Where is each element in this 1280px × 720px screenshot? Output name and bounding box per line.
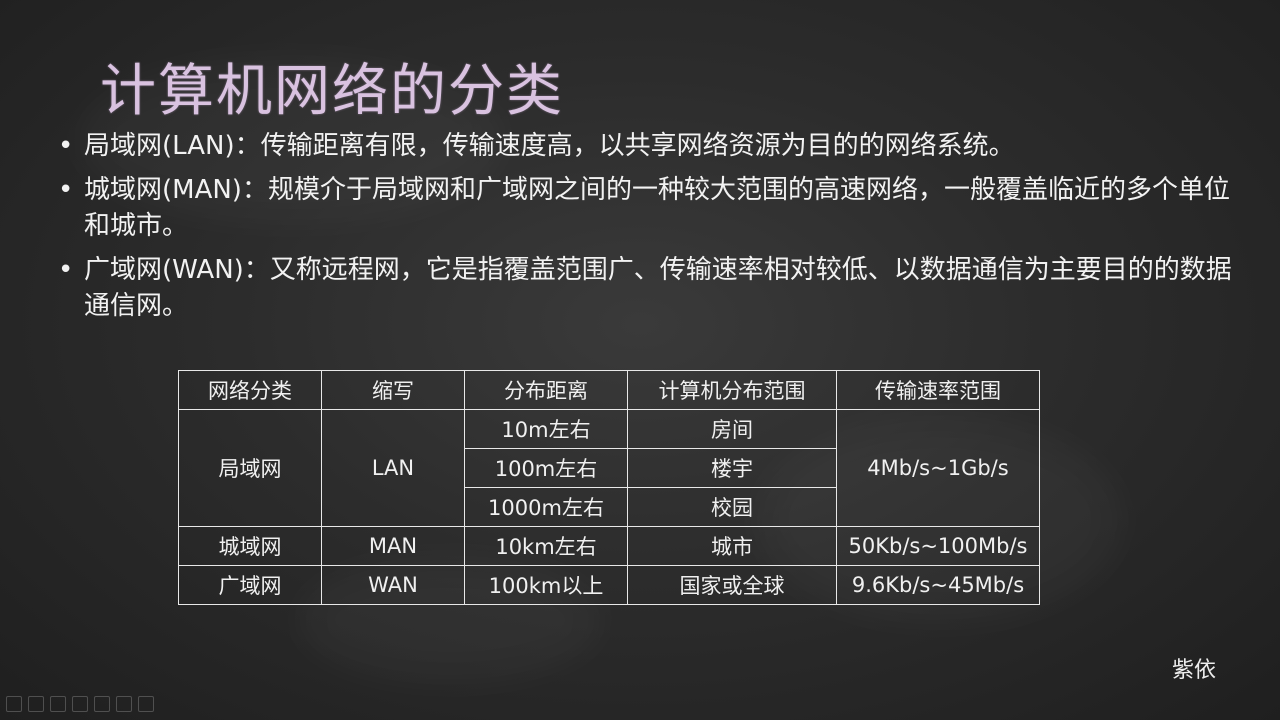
cell-abbr: WAN <box>321 565 465 605</box>
header-distance: 分布距离 <box>464 370 628 410</box>
highlighter-icon[interactable] <box>72 696 88 712</box>
bullet-text: 局域网(LAN)：传输距离有限，传输速度高，以共享网络资源为目的的网络系统。 <box>84 131 1015 161</box>
pen-icon[interactable] <box>6 696 22 712</box>
cell-range: 房间 <box>627 409 837 449</box>
table-row: 城域网 MAN 10km左右 城市 50Kb/s~100Mb/s <box>178 526 1040 566</box>
header-category: 网络分类 <box>178 370 322 410</box>
cell-abbr: MAN <box>321 526 465 566</box>
table-header-row: 网络分类 缩写 分布距离 计算机分布范围 传输速率范围 <box>178 370 1040 410</box>
cell-range: 校园 <box>627 487 837 527</box>
cell-distance: 1000m左右 <box>464 487 628 527</box>
eraser-icon[interactable] <box>50 696 66 712</box>
cell-rate: 9.6Kb/s~45Mb/s <box>836 565 1040 605</box>
bullet-text: 城域网(MAN)：规模介于局域网和广域网之间的一种较大范围的高速网络，一般覆盖临… <box>84 175 1230 241</box>
bullet-lan: • 局域网(LAN)：传输距离有限，传输速度高，以共享网络资源为目的的网络系统。 <box>58 128 1238 164</box>
cell-distance: 100km以上 <box>464 565 628 605</box>
bullet-dot: • <box>58 255 74 285</box>
table-row: 广域网 WAN 100km以上 国家或全球 9.6Kb/s~45Mb/s <box>178 565 1040 605</box>
camera-icon[interactable] <box>116 696 132 712</box>
bullet-dot: • <box>58 131 74 161</box>
slides-icon[interactable] <box>28 696 44 712</box>
cell-category: 广域网 <box>178 565 322 605</box>
cell-rate: 50Kb/s~100Mb/s <box>836 526 1040 566</box>
table-row: 局域网 LAN 10m左右 房间 4Mb/s~1Gb/s <box>178 409 1040 527</box>
header-range: 计算机分布范围 <box>627 370 837 410</box>
header-rate: 传输速率范围 <box>836 370 1040 410</box>
author-signature: 紫依 <box>1171 658 1216 683</box>
bullet-man: • 城域网(MAN)：规模介于局域网和广域网之间的一种较大范围的高速网络，一般覆… <box>58 172 1238 244</box>
cell-range: 楼宇 <box>627 448 837 488</box>
header-abbr: 缩写 <box>321 370 465 410</box>
cell-rate: 4Mb/s~1Gb/s <box>836 409 1040 527</box>
cell-category: 城域网 <box>178 526 322 566</box>
cell-range: 国家或全球 <box>627 565 837 605</box>
cell-distance: 100m左右 <box>464 448 628 488</box>
cell-distance: 10m左右 <box>464 409 628 449</box>
bullet-list: • 局域网(LAN)：传输距离有限，传输速度高，以共享网络资源为目的的网络系统。… <box>58 128 1238 332</box>
cell-category: 局域网 <box>178 409 322 527</box>
bullet-dot: • <box>58 175 74 205</box>
menu-icon[interactable] <box>138 696 154 712</box>
slide-title: 计算机网络的分类 <box>100 59 564 124</box>
presentation-toolbar <box>6 696 154 712</box>
cell-abbr: LAN <box>321 409 465 527</box>
cell-distance: 10km左右 <box>464 526 628 566</box>
network-classification-table: 网络分类 缩写 分布距离 计算机分布范围 传输速率范围 局域网 LAN 10m左… <box>178 370 1040 605</box>
bullet-text: 广域网(WAN)：又称远程网，它是指覆盖范围广、传输速率相对较低、以数据通信为主… <box>84 255 1232 321</box>
pointer-icon[interactable] <box>94 696 110 712</box>
bullet-wan: • 广域网(WAN)：又称远程网，它是指覆盖范围广、传输速率相对较低、以数据通信… <box>58 252 1238 324</box>
cell-range: 城市 <box>627 526 837 566</box>
